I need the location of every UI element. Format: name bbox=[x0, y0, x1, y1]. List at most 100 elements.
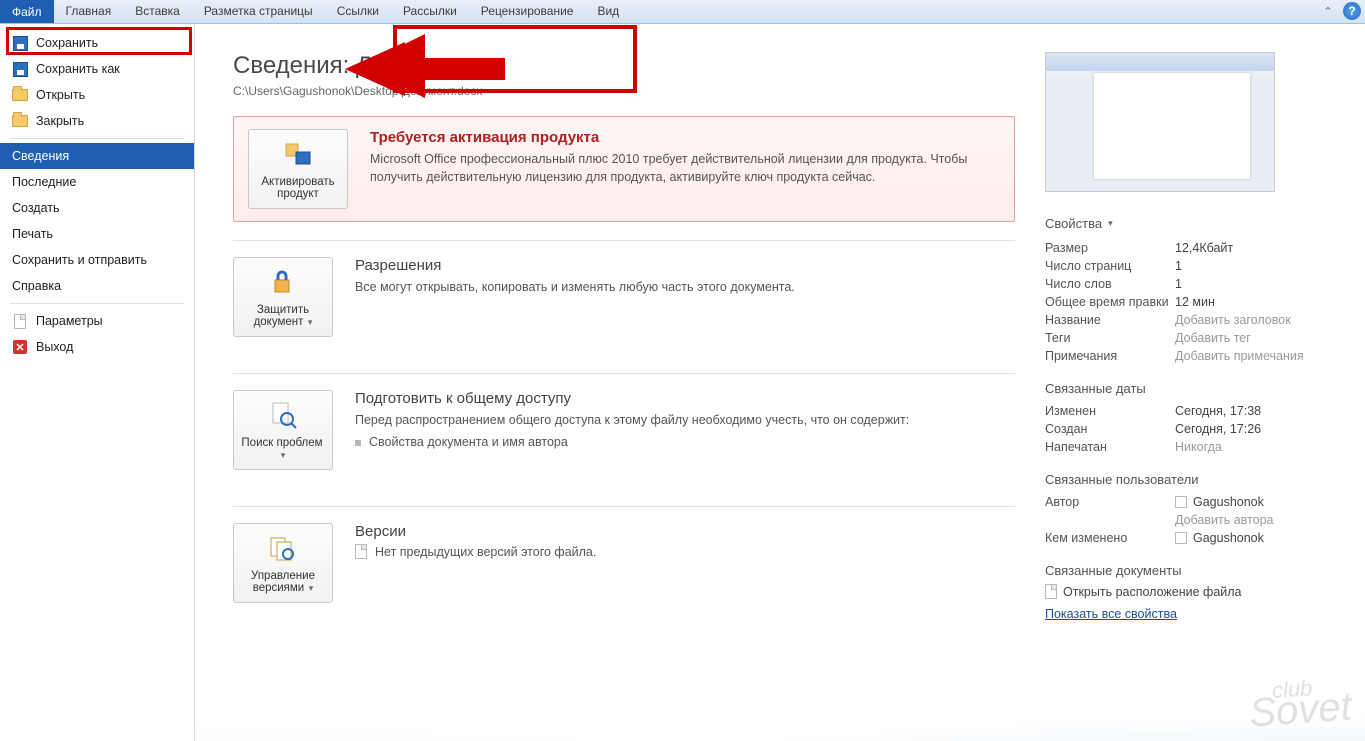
person-icon bbox=[1175, 496, 1187, 508]
sidebar-item-print[interactable]: Печать bbox=[0, 221, 194, 247]
author-value[interactable]: Gagushonok bbox=[1175, 495, 1264, 509]
sidebar-item-label: Печать bbox=[12, 227, 53, 241]
sidebar-item-close[interactable]: Закрыть bbox=[0, 108, 194, 134]
manage-versions-button[interactable]: Управление версиями ▾ bbox=[233, 523, 333, 603]
protect-document-button[interactable]: Защитить документ ▾ bbox=[233, 257, 333, 337]
sidebar-item-info[interactable]: Сведения bbox=[0, 143, 194, 169]
sidebar-item-share[interactable]: Сохранить и отправить bbox=[0, 247, 194, 273]
sidebar-item-recent[interactable]: Последние bbox=[0, 169, 194, 195]
property-row[interactable]: ПримечанияДобавить примечания bbox=[1045, 347, 1345, 365]
ribbon-tab-file[interactable]: Файл bbox=[0, 0, 54, 23]
sidebar-item-label: Сведения bbox=[12, 149, 69, 163]
folder-open-icon bbox=[12, 87, 28, 103]
property-row: Общее время правки12 мин bbox=[1045, 293, 1345, 311]
sidebar-item-label: Выход bbox=[36, 340, 73, 354]
versions-icon bbox=[267, 532, 299, 564]
ribbon-tab-layout[interactable]: Разметка страницы bbox=[192, 0, 325, 23]
section-title: Требуется активация продукта bbox=[370, 129, 1000, 146]
button-label: Поиск проблем ▾ bbox=[238, 437, 328, 461]
date-row: ИзмененСегодня, 17:38 bbox=[1045, 402, 1345, 420]
section-title: Версии bbox=[355, 523, 1015, 540]
minimize-ribbon-icon[interactable]: ⌃ bbox=[1317, 0, 1339, 23]
person-icon bbox=[1175, 532, 1187, 544]
page-icon bbox=[355, 544, 367, 559]
property-row[interactable]: НазваниеДобавить заголовок bbox=[1045, 311, 1345, 329]
sidebar-item-label: Сохранить и отправить bbox=[12, 253, 147, 267]
sidebar-item-label: Справка bbox=[12, 279, 61, 293]
page-icon bbox=[1045, 584, 1057, 599]
open-file-location-link[interactable]: Открыть расположение файла bbox=[1045, 584, 1345, 599]
modifiedby-value: Gagushonok bbox=[1175, 531, 1264, 545]
sidebar-item-open[interactable]: Открыть bbox=[0, 82, 194, 108]
related-dates-header: Связанные даты bbox=[1045, 381, 1345, 396]
prepare-bullet: Свойства документа и имя автора bbox=[355, 435, 1015, 449]
section-title: Подготовить к общему доступу bbox=[355, 390, 1015, 407]
check-issues-button[interactable]: Поиск проблем ▾ bbox=[233, 390, 333, 470]
section-text: Все могут открывать, копировать и изменя… bbox=[355, 278, 1015, 296]
section-text: Microsoft Office профессиональный плюс 2… bbox=[370, 150, 1000, 186]
activate-product-button[interactable]: Активировать продукт bbox=[248, 129, 348, 209]
document-thumbnail[interactable] bbox=[1045, 52, 1275, 192]
ribbon-tab-mailings[interactable]: Рассылки bbox=[391, 0, 469, 23]
sidebar-item-label: Сохранить bbox=[36, 36, 98, 50]
ribbon-tab-view[interactable]: Вид bbox=[585, 0, 631, 23]
sidebar-item-help[interactable]: Справка bbox=[0, 273, 194, 299]
sidebar-item-label: Последние bbox=[12, 175, 76, 189]
lock-key-icon bbox=[267, 266, 299, 298]
help-icon[interactable]: ? bbox=[1343, 2, 1361, 20]
options-icon bbox=[12, 313, 28, 329]
chevron-down-icon: ▾ bbox=[306, 583, 313, 593]
property-row: Число страниц1 bbox=[1045, 257, 1345, 275]
ribbon: Файл Главная Вставка Разметка страницы С… bbox=[0, 0, 1365, 24]
date-row: СозданСегодня, 17:26 bbox=[1045, 420, 1345, 438]
ribbon-tab-references[interactable]: Ссылки bbox=[325, 0, 391, 23]
lastmodifiedby-row: Кем изменено Gagushonok bbox=[1045, 529, 1345, 547]
section-text: Перед распространением общего доступа к … bbox=[355, 411, 1015, 429]
folder-icon bbox=[12, 113, 28, 129]
property-row: Размер12,4Кбайт bbox=[1045, 239, 1345, 257]
disk-icon bbox=[12, 35, 28, 51]
sidebar-item-label: Сохранить как bbox=[36, 62, 120, 76]
sidebar-item-exit[interactable]: ✕ Выход bbox=[0, 334, 194, 360]
page-title: Сведения: Документ bbox=[233, 52, 1015, 80]
date-row: НапечатанНикогда bbox=[1045, 438, 1345, 456]
sidebar-item-label: Открыть bbox=[36, 88, 85, 102]
sidebar-item-options[interactable]: Параметры bbox=[0, 308, 194, 334]
ribbon-tab-insert[interactable]: Вставка bbox=[123, 0, 192, 23]
product-key-icon bbox=[282, 138, 314, 170]
sidebar-item-label: Создать bbox=[12, 201, 60, 215]
ribbon-tab-review[interactable]: Рецензирование bbox=[469, 0, 586, 23]
author-row: Автор Gagushonok bbox=[1045, 493, 1345, 511]
prepare-share-section: Поиск проблем ▾ Подготовить к общему дос… bbox=[233, 373, 1015, 488]
related-docs-header: Связанные документы bbox=[1045, 563, 1345, 578]
inspect-icon bbox=[267, 399, 299, 431]
file-path: C:\Users\Gagushonok\Desktop\Документ.doc… bbox=[233, 84, 1015, 98]
bullet-icon bbox=[355, 440, 361, 446]
backstage-sidebar: Сохранить Сохранить как Открыть Закрыть … bbox=[0, 24, 195, 741]
activation-section: Активировать продукт Требуется активация… bbox=[233, 116, 1015, 222]
sidebar-item-label: Параметры bbox=[36, 314, 103, 328]
property-row[interactable]: ТегиДобавить тег bbox=[1045, 329, 1345, 347]
backstage-content: Сведения: Документ C:\Users\Gagushonok\D… bbox=[195, 24, 1365, 741]
disk-icon bbox=[12, 61, 28, 77]
add-author-row[interactable]: Добавить автора bbox=[1045, 511, 1345, 529]
versions-section: Управление версиями ▾ Версии Нет предыду… bbox=[233, 506, 1015, 621]
separator bbox=[10, 303, 184, 304]
exit-icon: ✕ bbox=[12, 339, 28, 355]
permissions-section: Защитить документ ▾ Разрешения Все могут… bbox=[233, 240, 1015, 355]
properties-header[interactable]: Свойства▾ bbox=[1045, 216, 1345, 231]
no-versions-row: Нет предыдущих версий этого файла. bbox=[355, 544, 1015, 559]
chevron-down-icon: ▾ bbox=[281, 450, 286, 460]
show-all-properties-link[interactable]: Показать все свойства bbox=[1045, 607, 1345, 621]
sidebar-item-new[interactable]: Создать bbox=[0, 195, 194, 221]
separator bbox=[10, 138, 184, 139]
button-label: Управление версиями ▾ bbox=[238, 570, 328, 594]
section-title: Разрешения bbox=[355, 257, 1015, 274]
properties-panel: Свойства▾ Размер12,4КбайтЧисло страниц1Ч… bbox=[1045, 24, 1365, 741]
ribbon-tab-home[interactable]: Главная bbox=[54, 0, 124, 23]
button-label: Защитить документ ▾ bbox=[238, 304, 328, 328]
sidebar-item-saveas[interactable]: Сохранить как bbox=[0, 56, 194, 82]
button-label: Активировать продукт bbox=[253, 176, 343, 200]
property-row: Число слов1 bbox=[1045, 275, 1345, 293]
sidebar-item-save[interactable]: Сохранить bbox=[0, 30, 194, 56]
